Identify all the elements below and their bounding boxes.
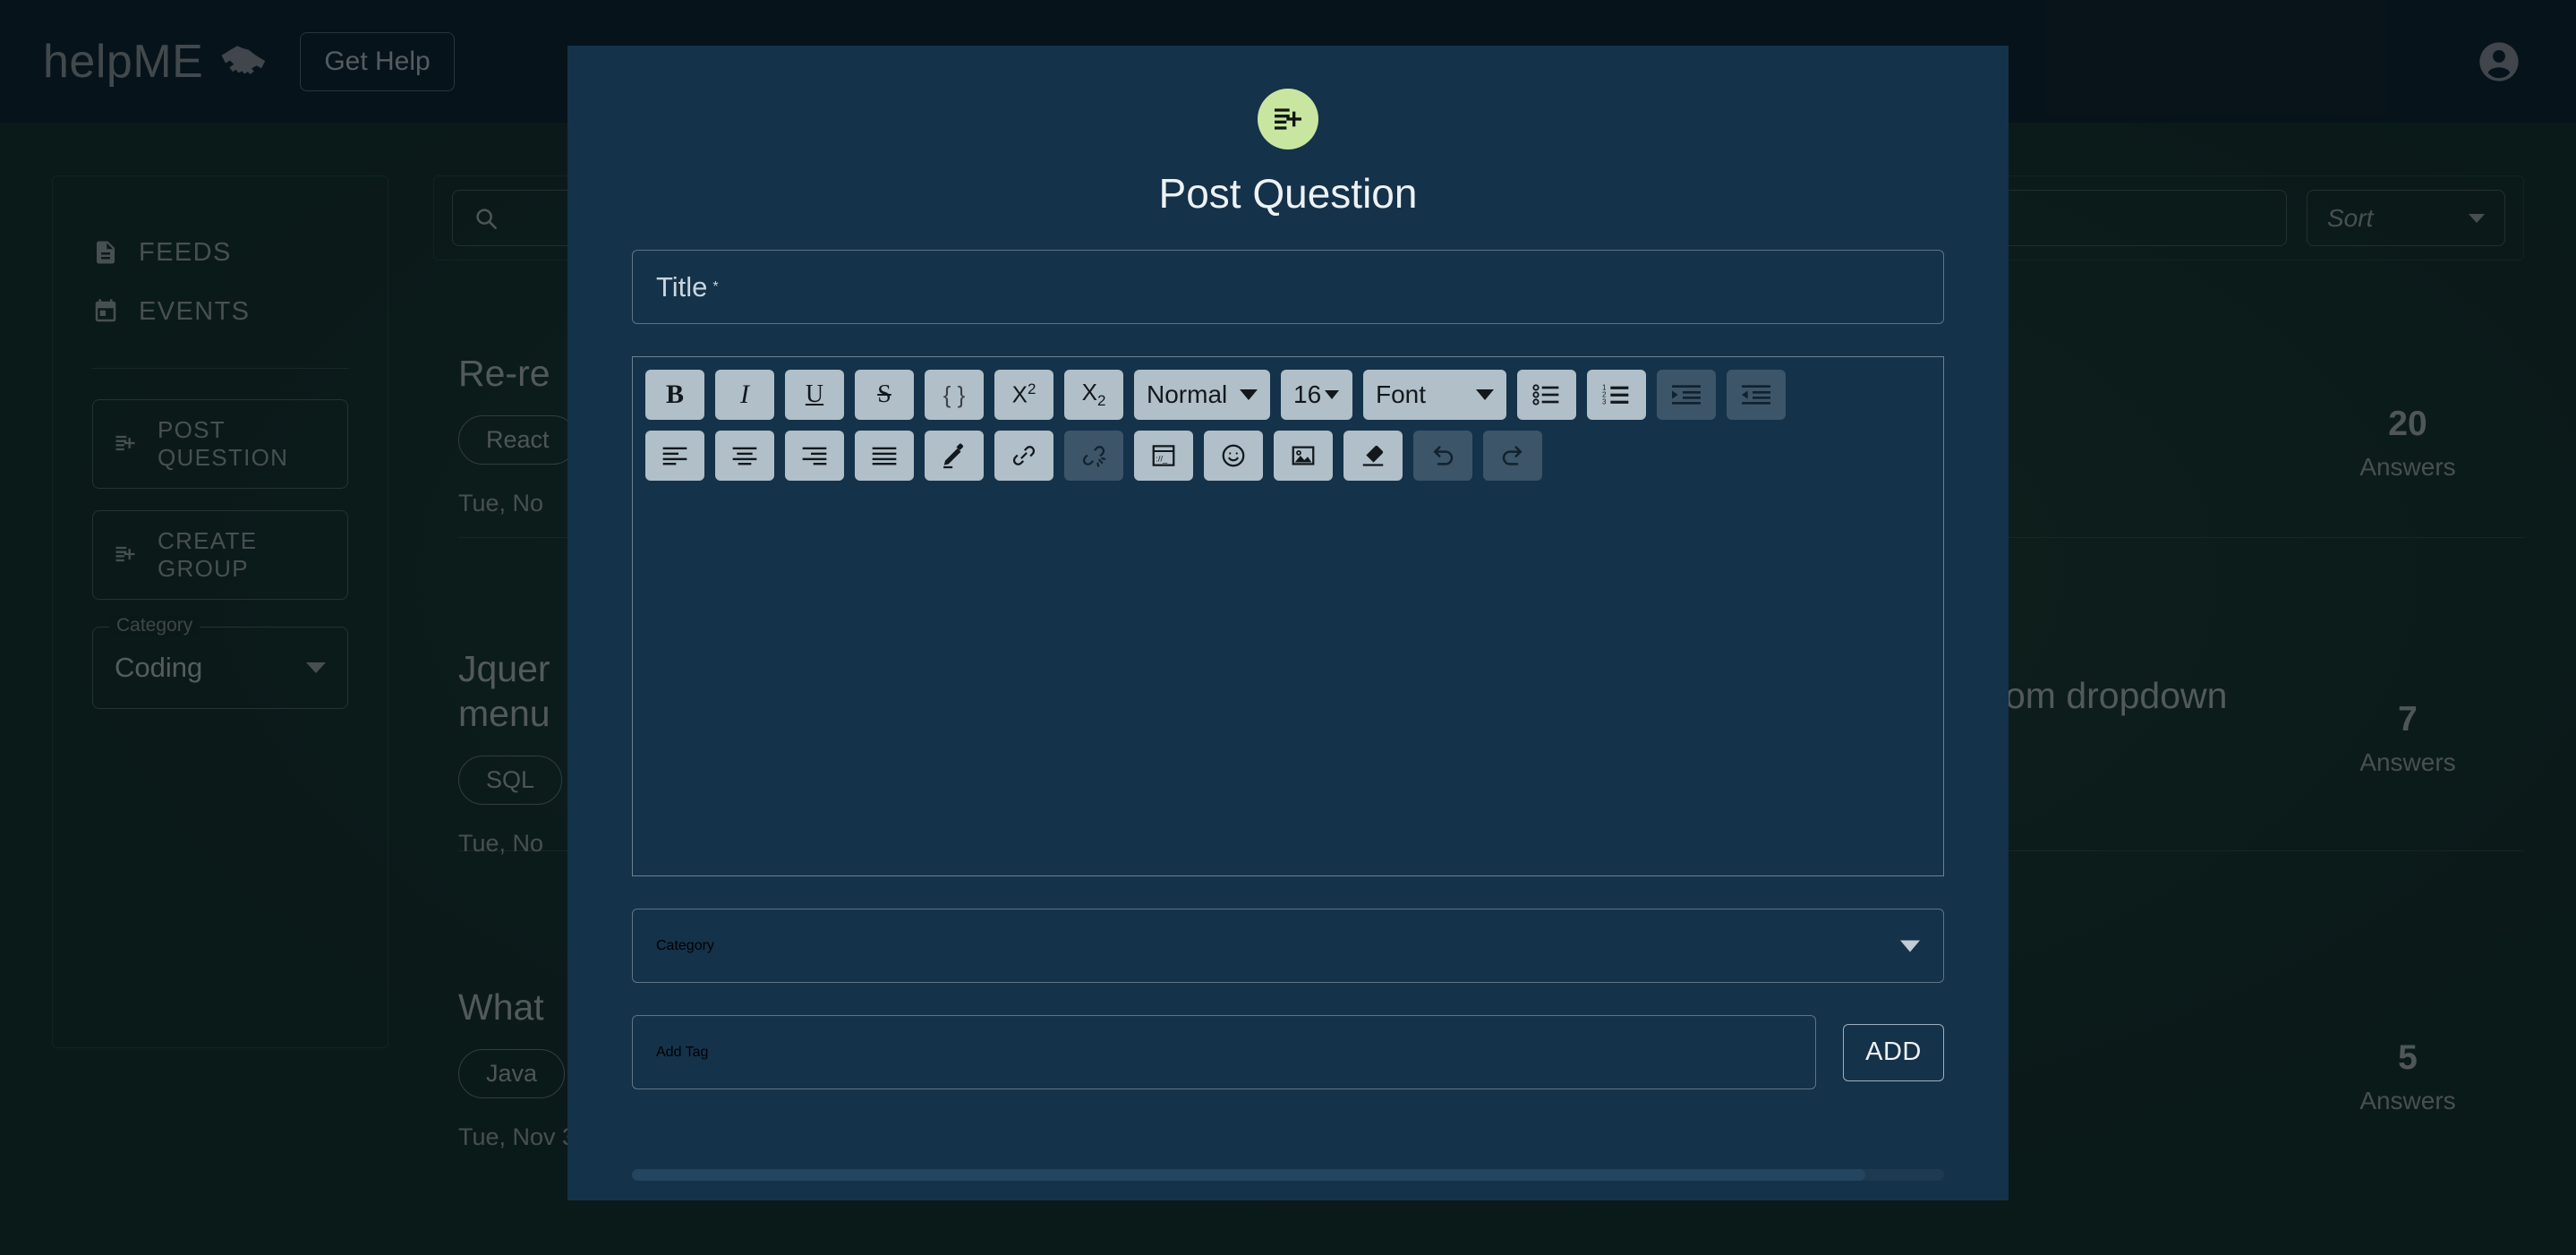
category-placeholder: Category [656, 937, 714, 953]
add-tag-placeholder: Add Tag [656, 1044, 709, 1060]
insert-emoji-button[interactable] [1204, 431, 1263, 481]
subscript-button[interactable]: X2 [1064, 370, 1123, 420]
indent-decrease-button[interactable] [1727, 370, 1786, 420]
code-block-button[interactable]: { } [925, 370, 984, 420]
remove-link-button[interactable] [1064, 431, 1123, 481]
font-size-value: 16 [1293, 380, 1322, 408]
undo-button[interactable] [1413, 431, 1472, 481]
font-size-select[interactable]: 16 [1281, 370, 1352, 420]
align-justify-button[interactable] [855, 431, 914, 481]
insert-link-button[interactable] [994, 431, 1053, 481]
block-format-value: Normal [1147, 380, 1228, 408]
editor-toolbar-row-2: ://_ [645, 431, 1931, 481]
scrollbar-thumb[interactable] [632, 1169, 1866, 1181]
indent-increase-button[interactable] [1657, 370, 1716, 420]
add-tag-button[interactable]: ADD [1843, 1023, 1944, 1081]
required-asterisk: * [712, 278, 719, 295]
align-right-button[interactable] [785, 431, 844, 481]
numbered-list-button[interactable]: 123 [1587, 370, 1646, 420]
highlight-pen-button[interactable] [925, 431, 984, 481]
superscript-button[interactable]: X2 [994, 370, 1053, 420]
editor-toolbar-row-1: B I U S { } X2 X2 Normal 16 Font 1 2 3 [645, 370, 1931, 420]
modal-category-select[interactable]: Category [632, 909, 1944, 983]
post-question-modal: Post Question Title * B I U S { } X2 X2 … [567, 46, 2009, 1200]
post-add-icon [1258, 89, 1318, 149]
align-left-button[interactable] [645, 431, 704, 481]
insert-image-button[interactable] [1274, 431, 1333, 481]
font-family-value: Font [1376, 380, 1427, 408]
editor-body[interactable] [632, 499, 1944, 876]
bullet-list-button[interactable] [1517, 370, 1576, 420]
font-family-select[interactable]: Font [1363, 370, 1506, 420]
underline-button[interactable]: U [785, 370, 844, 420]
bold-button[interactable]: B [645, 370, 704, 420]
block-format-select[interactable]: Normal [1134, 370, 1270, 420]
italic-button[interactable]: I [715, 370, 774, 420]
modal-title: Post Question [1158, 170, 1418, 217]
title-placeholder: Title [656, 270, 708, 303]
editor-toolbar: B I U S { } X2 X2 Normal 16 Font 1 2 3:… [632, 356, 1944, 499]
align-center-button[interactable] [715, 431, 774, 481]
tag-row: Add Tag ADD [632, 1015, 1944, 1089]
clear-format-button[interactable] [1343, 431, 1403, 481]
chevron-down-icon [1476, 389, 1494, 400]
strikethrough-button[interactable]: S [855, 370, 914, 420]
insert-url-button[interactable]: ://_ [1134, 431, 1193, 481]
add-tag-input[interactable]: Add Tag [632, 1015, 1816, 1089]
title-input[interactable]: Title * [632, 250, 1944, 324]
redo-button[interactable] [1483, 431, 1542, 481]
svg-text:3: 3 [1602, 398, 1607, 406]
chevron-down-icon [1900, 940, 1920, 952]
svg-text:://_: ://_ [1156, 454, 1168, 463]
chevron-down-icon [1325, 390, 1340, 399]
modal-icon-wrap [632, 89, 1944, 149]
chevron-down-icon [1240, 389, 1258, 400]
modal-horizontal-scrollbar[interactable] [632, 1169, 1944, 1181]
